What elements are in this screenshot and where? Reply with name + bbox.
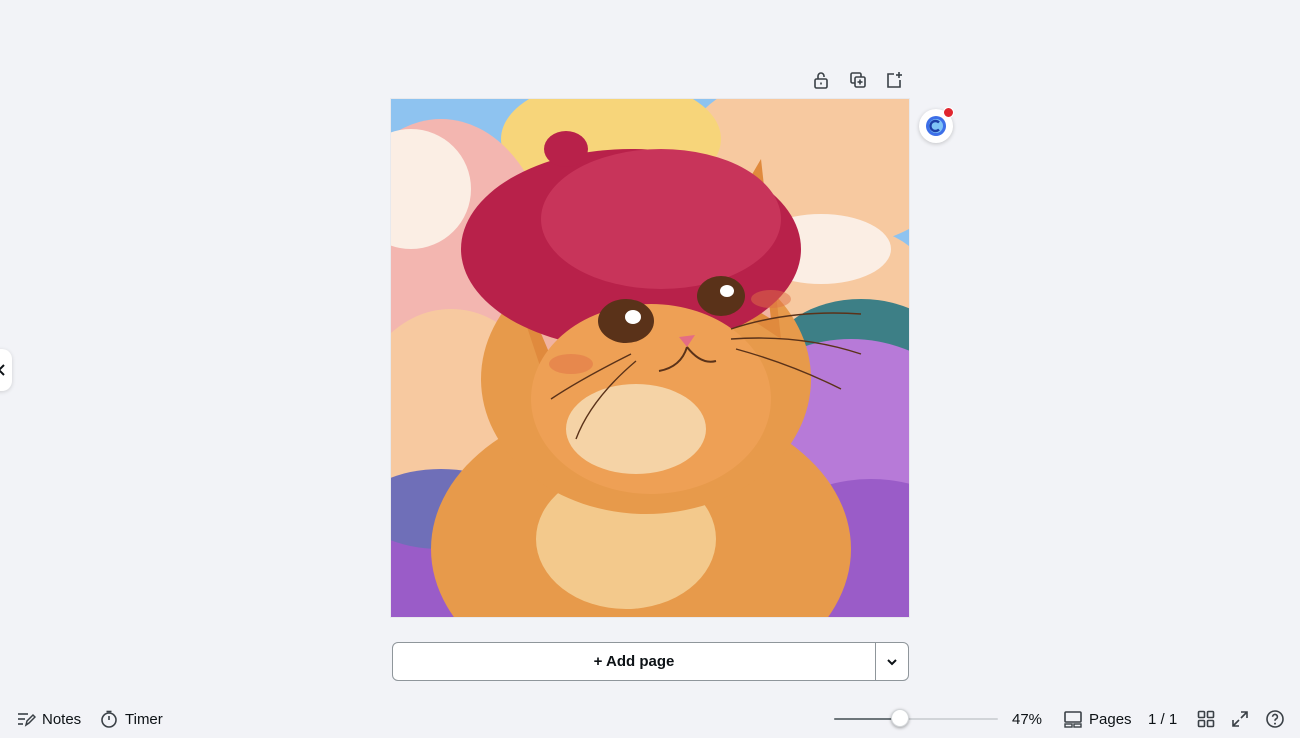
lock-button[interactable] bbox=[807, 66, 835, 94]
pages-button[interactable]: Pages bbox=[1063, 706, 1132, 732]
cat-in-beret-illustration bbox=[391, 99, 909, 617]
lock-icon bbox=[814, 72, 828, 89]
add-page-group: + Add page bbox=[392, 642, 909, 681]
grid-view-button[interactable] bbox=[1192, 705, 1220, 733]
sidebar-toggle[interactable] bbox=[0, 349, 12, 391]
assistant-button[interactable] bbox=[919, 107, 954, 143]
duplicate-page-icon bbox=[850, 72, 866, 88]
fullscreen-button[interactable] bbox=[1226, 705, 1254, 733]
add-page-icon bbox=[887, 72, 902, 88]
zoom-fill bbox=[834, 718, 900, 720]
chevron-down-icon bbox=[887, 658, 897, 665]
notification-dot bbox=[943, 107, 954, 118]
help-button[interactable] bbox=[1261, 705, 1289, 733]
add-page-dropdown[interactable] bbox=[875, 643, 908, 680]
pages-label: Pages bbox=[1089, 710, 1132, 728]
pages-icon bbox=[1064, 711, 1082, 728]
fullscreen-icon bbox=[1232, 711, 1248, 727]
notes-icon bbox=[18, 713, 36, 727]
notes-label: Notes bbox=[42, 710, 82, 728]
zoom-slider[interactable] bbox=[834, 708, 998, 730]
zoom-value: 47% bbox=[1012, 710, 1043, 728]
zoom-thumb[interactable] bbox=[890, 709, 909, 727]
design-page[interactable] bbox=[391, 99, 909, 617]
duplicate-page-button[interactable] bbox=[844, 66, 872, 94]
timer-label: Timer bbox=[125, 710, 163, 728]
timer-icon bbox=[101, 710, 117, 728]
grid-view-icon bbox=[1197, 710, 1215, 728]
zoom-percent[interactable]: 47% bbox=[1012, 706, 1042, 732]
page-counter: 1 / 1 bbox=[1148, 706, 1177, 732]
add-page-button[interactable]: + Add page bbox=[393, 643, 875, 680]
chevron-left-icon bbox=[0, 364, 5, 376]
timer-button[interactable]: Timer bbox=[99, 706, 163, 732]
help-icon bbox=[1266, 710, 1284, 728]
add-page-icon-button[interactable] bbox=[880, 66, 908, 94]
page-counter-text: 1 / 1 bbox=[1148, 710, 1178, 728]
assistant-icon bbox=[926, 116, 946, 136]
notes-button[interactable]: Notes bbox=[16, 706, 81, 732]
add-page-label: + Add page bbox=[593, 653, 675, 670]
